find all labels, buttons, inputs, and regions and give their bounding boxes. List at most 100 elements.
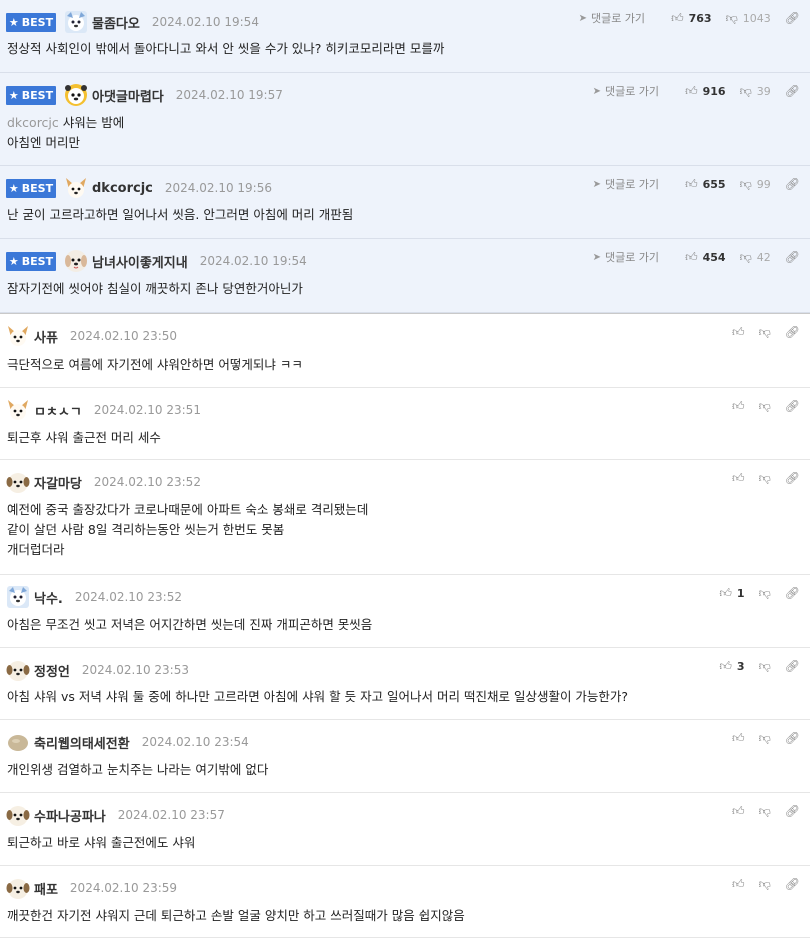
link-icon[interactable]: 🔗︎: [785, 84, 800, 98]
nickname[interactable]: 물좀다오: [92, 13, 140, 32]
thumbs-up-icon: 👍︎: [719, 585, 732, 600]
dislike-button[interactable]: 👎︎ 99: [740, 177, 771, 192]
link-icon[interactable]: 🔗︎: [785, 804, 800, 818]
avatar-dog-round-icon[interactable]: [6, 803, 30, 827]
thumbs-down-icon: 👎︎: [758, 803, 771, 818]
goto-comment-link[interactable]: ➤ 댓글로 가기: [593, 176, 660, 192]
star-icon: ★: [8, 254, 19, 268]
link-icon[interactable]: 🔗︎: [785, 877, 800, 891]
like-button[interactable]: 👍︎: [732, 471, 745, 486]
like-button[interactable]: 👍︎: [732, 731, 745, 746]
comment: 수파나공파나 2024.02.10 23:57 👍︎ 👎︎ 🔗︎ 퇴근하고 바로 샤워 출…: [0, 793, 810, 866]
link-icon[interactable]: 🔗︎: [785, 325, 800, 339]
avatar-blue-icon[interactable]: [64, 10, 88, 34]
dislike-button[interactable]: 👎︎: [759, 471, 771, 486]
avatar-dog-white-icon[interactable]: [64, 249, 88, 273]
dislike-button[interactable]: 👎︎: [759, 586, 771, 601]
comment-date: 2024.02.10 19:54: [151, 15, 259, 29]
like-button[interactable]: 👍︎ 1: [719, 586, 744, 601]
like-button[interactable]: 👍︎ 763: [671, 11, 712, 26]
goto-comment-link[interactable]: ➤ 댓글로 가기: [593, 249, 660, 265]
comment-actions: ➤ 댓글로 가기 👍︎ 655 👎︎ 99 🔗︎: [593, 174, 800, 194]
nickname[interactable]: 낙수.: [34, 588, 63, 607]
comment-meta: 사퓨 2024.02.10 23:50: [6, 324, 177, 348]
like-button[interactable]: 👍︎ 916: [685, 84, 726, 99]
avatar-dog-round-icon[interactable]: [6, 876, 30, 900]
nickname[interactable]: 패포: [34, 879, 58, 898]
link-icon[interactable]: 🔗︎: [785, 250, 800, 264]
dislike-button[interactable]: 👎︎ 1043: [726, 11, 771, 26]
thumbs-up-icon: 👍︎: [671, 10, 684, 25]
comment-body: 아침은 무조건 씻고 저녁은 어지간하면 씻는데 진짜 개피곤하면 못씻음: [7, 615, 372, 635]
mention[interactable]: dkcorcjc: [7, 115, 59, 130]
nickname[interactable]: 자갈마당: [34, 473, 82, 492]
goto-label: 댓글로 가기: [604, 85, 660, 98]
nickname[interactable]: 아댓글마렵다: [92, 86, 164, 105]
best-badge: ★ BEST: [6, 251, 56, 271]
dislike-button[interactable]: 👎︎ 42: [740, 250, 771, 265]
nickname[interactable]: 축리웹의태세전환: [34, 733, 130, 752]
dislike-count: 1043: [742, 11, 771, 25]
nickname[interactable]: ㅁㅊㅅㄱ: [34, 401, 82, 420]
like-button[interactable]: 👍︎: [732, 804, 745, 819]
avatar-dog-bear-icon[interactable]: [64, 83, 88, 107]
avatar-dog-ear-icon[interactable]: [6, 324, 30, 348]
comment-body: 퇴근후 샤워 출근전 머리 세수: [7, 428, 161, 448]
send-arrow-icon: ➤: [592, 85, 601, 97]
link-icon[interactable]: 🔗︎: [785, 659, 800, 673]
like-button[interactable]: 👍︎ 655: [685, 177, 726, 192]
dislike-button[interactable]: 👎︎: [759, 659, 771, 674]
link-icon[interactable]: 🔗︎: [785, 731, 800, 745]
comment-line: 예전에 중국 출장갔다가 코로나때문에 아파트 숙소 봉쇄로 격리됐는데: [7, 502, 369, 517]
comment-date: 2024.02.10 23:50: [69, 329, 178, 343]
thumbs-up-icon: 👍︎: [719, 658, 732, 673]
link-icon[interactable]: 🔗︎: [785, 399, 800, 413]
dislike-button[interactable]: 👎︎: [759, 325, 771, 340]
avatar-dog-ear-icon[interactable]: [6, 398, 30, 422]
avatar-dog-round-icon[interactable]: [6, 658, 30, 682]
link-icon[interactable]: 🔗︎: [785, 11, 800, 25]
comment-meta: ★ BEST 물좀다오 2024.02.10 19:54: [6, 10, 259, 34]
avatar-dog-round-icon[interactable]: [6, 470, 30, 494]
link-icon[interactable]: 🔗︎: [785, 471, 800, 485]
comment-body: dkcorcjc 샤워는 밤에 아침엔 머리만: [7, 113, 124, 153]
comment-actions: 👍︎ 3 👎︎ 🔗︎: [705, 656, 800, 676]
like-button[interactable]: 👍︎: [732, 325, 745, 340]
goto-label: 댓글로 가기: [604, 178, 660, 191]
dislike-button[interactable]: 👎︎: [759, 731, 771, 746]
comment-actions: 👍︎ 1 👎︎ 🔗︎: [705, 583, 800, 603]
best-label: BEST: [21, 181, 54, 195]
nickname[interactable]: dkcorcjc: [92, 181, 153, 196]
goto-comment-link[interactable]: ➤ 댓글로 가기: [593, 83, 660, 99]
comment: ㅁㅊㅅㄱ 2024.02.10 23:51 👍︎ 👎︎ 🔗︎ 퇴근후 샤워 출근전 머리 …: [0, 388, 810, 460]
like-count: 3: [736, 659, 745, 673]
like-button[interactable]: 👍︎ 3: [719, 659, 744, 674]
nickname[interactable]: 수파나공파나: [34, 806, 106, 825]
thumbs-down-icon: 👎︎: [758, 730, 771, 745]
thumbs-up-icon: 👍︎: [732, 398, 745, 413]
comment-actions: ➤ 댓글로 가기 👍︎ 916 👎︎ 39 🔗︎: [593, 81, 800, 101]
like-button[interactable]: 👍︎ 454: [685, 250, 726, 265]
dislike-button[interactable]: 👎︎: [759, 399, 771, 414]
comment-body: 정상적 사회인이 밖에서 돌아다니고 와서 안 씻을 수가 있나? 히키코모리라…: [7, 39, 444, 59]
comment-actions: 👍︎ 👎︎ 🔗︎: [718, 728, 800, 748]
dislike-button[interactable]: 👎︎ 39: [740, 84, 771, 99]
nickname[interactable]: 정정언: [34, 661, 70, 680]
nickname[interactable]: 사퓨: [34, 327, 58, 346]
avatar-stone-icon[interactable]: [6, 730, 30, 754]
link-icon[interactable]: 🔗︎: [785, 177, 800, 191]
like-button[interactable]: 👍︎: [732, 399, 745, 414]
dislike-button[interactable]: 👎︎: [759, 804, 771, 819]
best-badge: ★ BEST: [6, 12, 56, 32]
avatar-blue-icon[interactable]: [6, 585, 30, 609]
comment: 자갈마당 2024.02.10 23:52 👍︎ 👎︎ 🔗︎ 예전에 중국 출장갔다가 코…: [0, 460, 810, 575]
goto-comment-link[interactable]: ➤ 댓글로 가기: [579, 10, 646, 26]
avatar-dog-ear-icon[interactable]: [64, 176, 88, 200]
link-icon[interactable]: 🔗︎: [785, 586, 800, 600]
comment-date: 2024.02.10 23:54: [141, 735, 249, 749]
nickname[interactable]: 남녀사이좋게지내: [92, 252, 188, 271]
dislike-button[interactable]: 👎︎: [759, 877, 771, 892]
best-comment: ★ BEST 물좀다오 2024.02.10 19:54 ➤ 댓글로 가기 👍︎ 763 👎︎ 1…: [0, 0, 810, 73]
thumbs-up-icon: 👍︎: [732, 876, 745, 891]
like-button[interactable]: 👍︎: [732, 877, 745, 892]
